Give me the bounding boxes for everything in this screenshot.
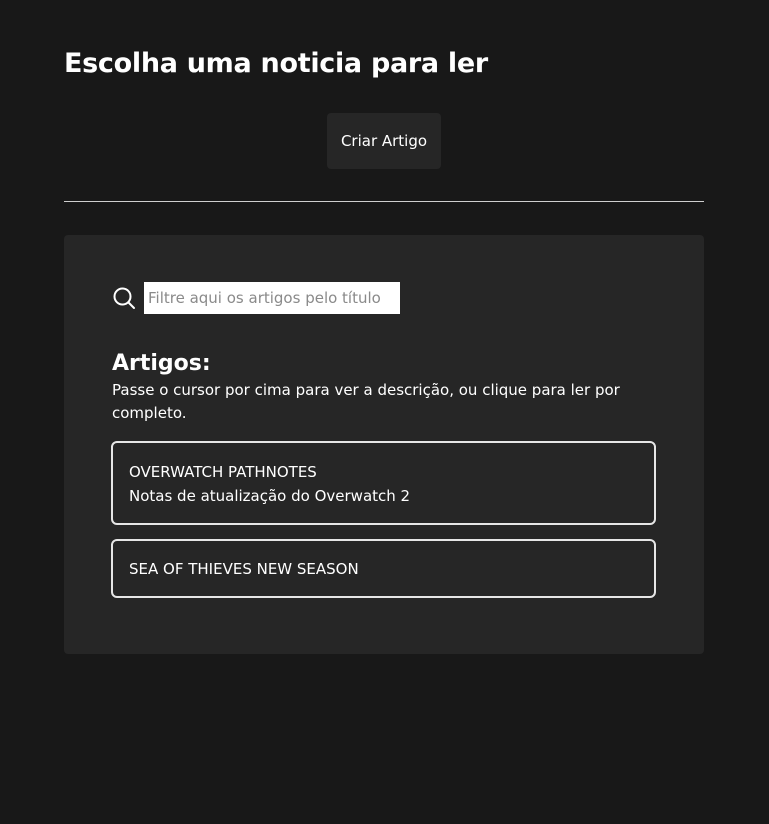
create-article-button[interactable]: Criar Artigo [327,113,441,169]
page: Escolha uma noticia para ler Criar Artig… [0,0,769,824]
articles-heading: Artigos: [112,351,211,376]
article-title: OVERWATCH PATHNOTES [129,463,317,481]
article-description: Notas de atualização do Overwatch 2 [129,487,411,505]
article-card-sea-of-thieves[interactable]: SEA OF THIEVES NEW SEASON [111,539,656,598]
article-card-overwatch[interactable]: OVERWATCH PATHNOTES Notas de atualização… [111,441,656,525]
divider [64,201,704,202]
search-input[interactable] [144,282,400,314]
articles-panel: Artigos: Passe o cursor por cima para ve… [64,235,704,654]
articles-hint: Passe o cursor por cima para ver a descr… [112,381,620,422]
search-icon [113,287,135,309]
article-title: SEA OF THIEVES NEW SEASON [129,560,359,578]
page-title: Escolha uma noticia para ler [64,48,488,79]
